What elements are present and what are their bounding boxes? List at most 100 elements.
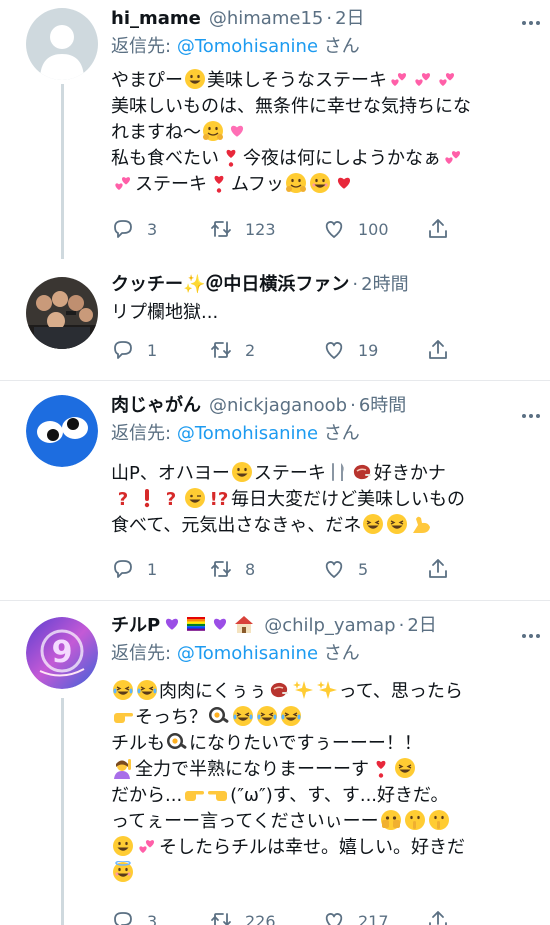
like-button[interactable]: 19 [322, 338, 426, 362]
tweet-text-segment: 毎日大変だけど美味しいもの [231, 489, 465, 510]
avatar-purple-nine[interactable]: 9 [26, 617, 98, 689]
retweet-button[interactable]: 226 [209, 909, 322, 925]
tweet-text-line: リプ欄地獄... [111, 300, 532, 326]
replies-count: 3 [147, 911, 158, 925]
blush-emoji [309, 172, 331, 194]
tweet-text-line: 食べて、元気出さなきゃ、だネ [111, 513, 532, 539]
tweet[interactable]: hi_mame @himame15 · 2日 返信先: @Tomohisanin… [0, 0, 550, 260]
like-button[interactable]: 217 [322, 909, 426, 925]
reply-context: 返信先: @Tomohisanine さん [111, 641, 532, 667]
svg-text:?: ? [118, 489, 128, 509]
fried-egg-emoji [208, 705, 230, 727]
timestamp[interactable]: 2日 [407, 613, 436, 639]
tweet[interactable]: 9 チルP @chilp_yamap · 2日 返信先: @Tomohisani… [0, 601, 550, 925]
reply-prefix: 返信先: [111, 643, 172, 664]
tweet-text-segment: 私も食べたい [111, 148, 219, 169]
question-emoji: ? [160, 487, 182, 510]
share-button[interactable] [426, 338, 450, 362]
like-button[interactable]: 100 [322, 217, 426, 241]
heart-icon [322, 217, 346, 241]
reply-context: 返信先: @Tomohisanine さん [111, 34, 532, 60]
user-handle[interactable]: @nickjaganoob [209, 393, 347, 419]
tweet-text-segment: 好きかナ [373, 463, 446, 484]
more-icon[interactable] [519, 623, 540, 642]
avatar-default[interactable] [26, 8, 98, 80]
tweet-text-segment: チルも [111, 733, 165, 754]
tweet-text-segment: ステーキ [253, 463, 326, 484]
share-button[interactable] [426, 909, 450, 925]
heart-icon [322, 338, 346, 362]
timestamp[interactable]: 6時間 [359, 393, 406, 419]
growing-heart-emoji [226, 120, 248, 142]
reply-button[interactable]: 3 [111, 217, 209, 241]
heart-exclamation-emoji [208, 172, 230, 194]
share-icon [426, 557, 450, 581]
tweet-text: 山P、オハヨー ステーキ 好きかナ??!? 毎日大変だけど美味しいもの食べて、元気出さ… [111, 461, 532, 539]
laugh-emoji [394, 757, 416, 779]
display-name[interactable]: クッチー✨＠中日横浜ファン [111, 272, 349, 298]
reply-button[interactable]: 3 [111, 909, 209, 925]
rofl-emoji [136, 679, 158, 701]
reply-icon [111, 557, 135, 581]
like-button[interactable]: 5 [322, 557, 426, 581]
purple-heart-emoji [161, 613, 183, 635]
retweet-button[interactable]: 2 [209, 338, 322, 362]
tweet-text-segment: そしたらチルは幸せ。嬉しい。好きだ [159, 837, 465, 858]
tweet-text-line: ってぇーー言ってくださいぃーー [111, 809, 532, 835]
mention-link[interactable]: @Tomohisanine [177, 423, 318, 444]
tweet-text-segment: 美味しそうなステーキ [207, 70, 387, 91]
reply-icon [111, 338, 135, 362]
tweet-text-segment: ステーキ [135, 174, 207, 195]
timestamp[interactable]: 2時間 [361, 272, 408, 298]
tweet-text-line: だから... (″ω″)す、す、す...好きだ。 [111, 783, 532, 809]
tweet-text-segment: やまぴー [111, 70, 183, 91]
sparkles-emoji [316, 679, 338, 701]
user-handle[interactable]: @chilp_yamap [264, 613, 395, 639]
tweet-text-segment: って、思ったら [338, 681, 463, 702]
display-name[interactable]: hi_mame [111, 6, 201, 32]
two-hearts-emoji [112, 172, 134, 194]
reply-button[interactable]: 1 [111, 338, 209, 362]
tweet[interactable]: 肉じゃがん @nickjaganoob · 6時間 返信先: @Tomohisa… [0, 381, 550, 600]
share-button[interactable] [426, 557, 450, 581]
mention-link[interactable]: @Tomohisanine [177, 643, 318, 664]
tweet-text: リプ欄地獄... [111, 300, 532, 326]
tweet-text-line: 私も食べたい 今夜は何にしようかなぁ [111, 146, 532, 172]
point-right-emoji [112, 705, 134, 727]
shush-emoji [404, 809, 426, 831]
reply-button[interactable]: 1 [111, 557, 209, 581]
flexed-bicep-emoji [410, 513, 432, 535]
tweet-text: 肉肉にくぅぅ って、思ったら そっち？ チルも になりたいですぅーーー！！ 全力で半熟にな… [111, 679, 532, 887]
more-icon[interactable] [519, 10, 540, 29]
tweet-text-segment: 山P、オハヨー [111, 463, 230, 484]
tweet[interactable]: クッチー✨＠中日横浜ファン · 2時間 リプ欄地獄... 1 2 19 [0, 260, 550, 380]
tweet-text-line: ステーキ ムフッ [111, 172, 532, 198]
timestamp[interactable]: 2日 [335, 6, 364, 32]
two-hearts-emoji [388, 68, 410, 90]
tweet-text-segment: リプ欄地獄... [111, 302, 219, 323]
retweets-count: 123 [245, 219, 276, 239]
smile-emoji [184, 68, 206, 90]
avatar-group-photo[interactable] [26, 277, 98, 349]
retweet-icon [209, 909, 233, 925]
sparkles-emoji [292, 679, 314, 701]
retweet-button[interactable]: 123 [209, 217, 322, 241]
tweet-header: チルP @chilp_yamap · 2日 [111, 613, 532, 639]
tears-joy-emoji [232, 705, 254, 727]
interrobang-emoji: !? [208, 487, 230, 510]
tweet-text-segment: (″ω″)す、す、す...好きだ。 [230, 785, 449, 806]
retweet-button[interactable]: 8 [209, 557, 322, 581]
more-icon[interactable] [519, 403, 540, 422]
display-name[interactable]: チルP [111, 613, 160, 639]
exclamation-emoji [136, 487, 158, 509]
likes-count: 19 [358, 340, 379, 360]
mention-link[interactable]: @Tomohisanine [177, 36, 318, 57]
tweet-text-line: チルも になりたいですぅーーー！！ [111, 731, 532, 757]
tweet-text-segment: ってぇーー言ってくださいぃーー [111, 811, 379, 832]
avatar-eyes[interactable] [26, 395, 98, 467]
user-handle[interactable]: @himame15 [209, 6, 324, 32]
wink-tongue-emoji [184, 487, 206, 509]
share-button[interactable] [426, 217, 450, 241]
display-name[interactable]: 肉じゃがん [111, 393, 201, 419]
reply-icon [111, 217, 135, 241]
